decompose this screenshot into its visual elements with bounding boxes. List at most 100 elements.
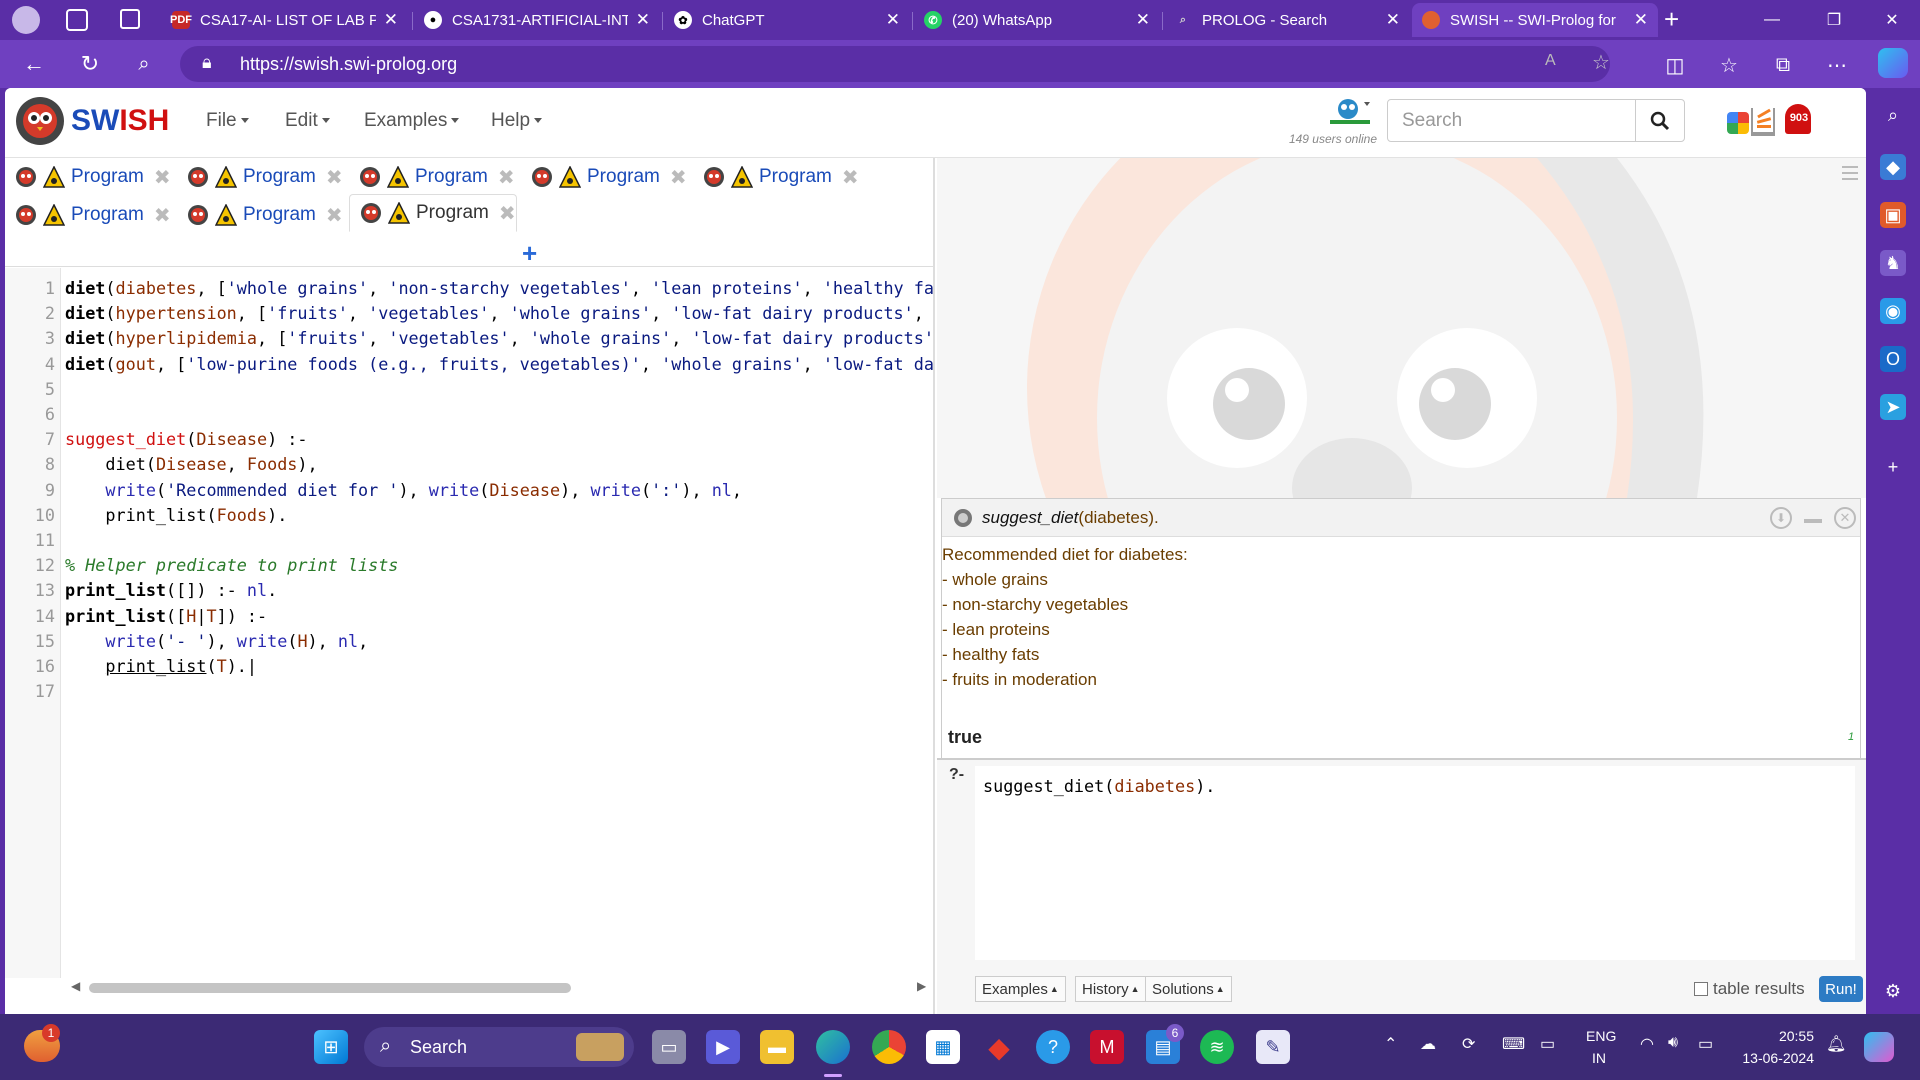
read-aloud-icon[interactable]: A: [1545, 52, 1556, 70]
code-line[interactable]: 14 print_list([H|T]) :-: [5, 604, 935, 629]
outlook-icon[interactable]: O: [1880, 346, 1906, 372]
language-bottom[interactable]: IN: [1592, 1050, 1606, 1066]
browser-tab-5[interactable]: ⌕ PROLOG - Search ✕: [1164, 3, 1410, 37]
edge-browser-icon[interactable]: [816, 1030, 850, 1064]
menu-file[interactable]: File: [206, 110, 249, 132]
run-button[interactable]: Run!: [1819, 976, 1863, 1002]
minimize-button[interactable]: —: [1744, 0, 1800, 40]
close-tab-icon[interactable]: ✕: [636, 10, 650, 30]
clock-time[interactable]: 20:55: [1742, 1028, 1814, 1044]
notifications-bell-icon[interactable]: 🔔︎: [1826, 1034, 1846, 1054]
scroll-right-icon[interactable]: ▶: [917, 979, 926, 993]
close-tab-icon[interactable]: ✖: [670, 165, 687, 190]
vertical-tabs-icon[interactable]: [120, 9, 140, 29]
windows-start-icon[interactable]: ⊞: [314, 1030, 348, 1064]
microsoft-store-icon[interactable]: ▦: [926, 1030, 960, 1064]
copilot-taskbar-icon[interactable]: [1864, 1032, 1894, 1062]
add-tab-icon[interactable]: +: [522, 238, 537, 269]
stackoverflow-icon[interactable]: [1751, 108, 1775, 136]
solutions-button[interactable]: Solutions ▲: [1145, 976, 1232, 1002]
maximize-button[interactable]: ❐: [1806, 0, 1862, 40]
program-tab[interactable]: Program ✖: [177, 198, 343, 232]
close-tab-icon[interactable]: ✖: [326, 165, 343, 190]
scroll-left-icon[interactable]: ◀: [71, 979, 80, 993]
help-icon[interactable]: ?: [1036, 1030, 1070, 1064]
close-tab-icon[interactable]: ✖: [499, 201, 516, 226]
browser-tab-1[interactable]: PDF CSA17-AI- LIST OF LAB P ✕: [162, 3, 408, 37]
keyboard-icon[interactable]: ⌨: [1502, 1034, 1525, 1054]
show-hidden-icons[interactable]: ⌃: [1384, 1034, 1397, 1054]
wifi-icon[interactable]: ◠: [1640, 1034, 1654, 1054]
sync-icon[interactable]: ⟳: [1462, 1034, 1475, 1054]
browser-tab-3[interactable]: ✿ ChatGPT ✕: [664, 3, 910, 37]
volume-icon[interactable]: 🔊︎: [1668, 1034, 1678, 1052]
teams-meet-icon[interactable]: ▶: [706, 1030, 740, 1064]
close-tab-icon[interactable]: ✖: [498, 165, 515, 190]
close-tab-icon[interactable]: ✕: [384, 10, 398, 30]
favorite-star-icon[interactable]: ☆: [1592, 50, 1610, 75]
close-tab-icon[interactable]: ✕: [1386, 10, 1400, 30]
send-icon[interactable]: ➤: [1880, 394, 1906, 420]
minimize-icon[interactable]: [1804, 519, 1822, 523]
back-icon[interactable]: ←: [18, 48, 50, 80]
code-editor[interactable]: 1 diet(diabetes, ['whole grains', 'non-st…: [5, 268, 935, 978]
microsoft-365-icon[interactable]: ◉: [1880, 298, 1906, 324]
split-screen-icon[interactable]: ◫: [1660, 50, 1690, 80]
code-line[interactable]: 16 print_list(T).|: [5, 654, 935, 679]
settings-gear-icon[interactable]: ⚙: [1880, 978, 1906, 1004]
google-login-icon[interactable]: [1727, 112, 1749, 134]
close-icon[interactable]: ✕: [1834, 507, 1856, 529]
anydesk-icon[interactable]: ◆: [982, 1030, 1016, 1064]
close-tab-icon[interactable]: ✖: [154, 165, 171, 190]
close-tab-icon[interactable]: ✕: [1136, 10, 1150, 30]
program-tab[interactable]: Program ✖: [693, 160, 859, 194]
code-line[interactable]: 1 diet(diabetes, ['whole grains', 'non-st…: [5, 276, 935, 301]
url-field[interactable]: 🔒︎ https://swish.swi-prolog.org A ☆: [180, 46, 1610, 82]
workspaces-icon[interactable]: [66, 9, 88, 31]
code-line[interactable]: 9 write('Recommended diet for '), write(…: [5, 478, 935, 503]
code-line[interactable]: 3 diet(hyperlipidemia, ['fruits', 'vegeta…: [5, 326, 935, 351]
profile-avatar[interactable]: [12, 6, 40, 34]
spotify-icon[interactable]: ≋: [1200, 1030, 1234, 1064]
close-tab-icon[interactable]: ✖: [326, 203, 343, 228]
table-results-checkbox[interactable]: [1694, 982, 1708, 996]
program-tab[interactable]: Program ✖: [177, 160, 343, 194]
code-line[interactable]: 8 diet(Disease, Foods),: [5, 452, 935, 477]
shopping-icon[interactable]: ◆: [1880, 154, 1906, 180]
program-tab[interactable]: Program ✖: [521, 160, 687, 194]
browser-tab-2[interactable]: ● CSA1731-ARTIFICIAL-INT ✕: [414, 3, 660, 37]
code-line[interactable]: 13 print_list([]) :- nl.: [5, 578, 935, 603]
clock-date[interactable]: 13-06-2024: [1722, 1050, 1814, 1066]
code-line[interactable]: 7 suggest_diet(Disease) :-: [5, 427, 935, 452]
code-line[interactable]: 12 % Helper predicate to print lists: [5, 553, 935, 578]
download-icon[interactable]: ⬇: [1770, 507, 1792, 529]
code-line[interactable]: 2 diet(hypertension, ['fruits', 'vegetabl…: [5, 301, 935, 326]
close-tab-icon[interactable]: ✖: [842, 165, 859, 190]
battery-icon[interactable]: ▭: [1698, 1034, 1713, 1054]
swish-logo-icon[interactable]: [13, 94, 67, 148]
more-options-icon[interactable]: ⋯: [1822, 50, 1852, 80]
tools-icon[interactable]: ▣: [1880, 202, 1906, 228]
browser-tab-4[interactable]: ✆ (20) WhatsApp ✕: [914, 3, 1160, 37]
code-line[interactable]: 4 diet(gout, ['low-purine foods (e.g., fr…: [5, 352, 935, 377]
new-tab-button[interactable]: +: [1664, 4, 1679, 35]
hamburger-menu-icon[interactable]: [1842, 166, 1858, 180]
chrome-icon[interactable]: [872, 1030, 906, 1064]
display-icon[interactable]: ▭: [1540, 1034, 1555, 1054]
collections-icon[interactable]: ⧉: [1768, 50, 1798, 80]
close-window-button[interactable]: ✕: [1864, 0, 1920, 40]
mcafee-icon[interactable]: M: [1090, 1030, 1124, 1064]
query-input[interactable]: suggest_diet(diabetes).: [975, 766, 1855, 960]
add-icon[interactable]: +: [1880, 454, 1906, 480]
search-icon[interactable]: ⌕: [1880, 102, 1906, 128]
taskbar-search[interactable]: ⌕ Search: [364, 1027, 634, 1067]
swish-brand[interactable]: SWISH: [71, 104, 169, 138]
favorites-icon[interactable]: ☆: [1714, 50, 1744, 80]
close-tab-icon[interactable]: ✕: [886, 10, 900, 30]
onedrive-icon[interactable]: ☁: [1420, 1034, 1436, 1054]
language-top[interactable]: ENG: [1586, 1028, 1616, 1044]
program-tab[interactable]: Program ✖: [5, 198, 171, 232]
menu-edit[interactable]: Edit: [285, 110, 330, 132]
notepad-icon[interactable]: ✎: [1256, 1030, 1290, 1064]
search-input[interactable]: Search: [1387, 99, 1636, 142]
